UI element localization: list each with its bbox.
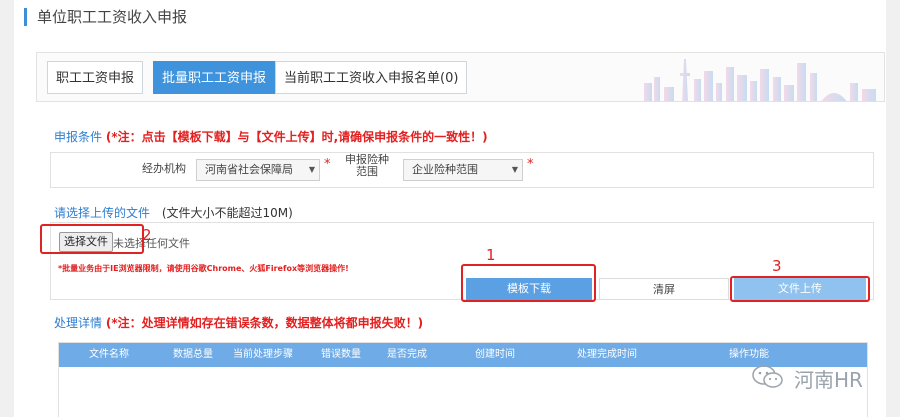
conditions-form: 经办机构 河南省社会保障局 ▼ * 申报险种范围 企业险种范围 ▼ * (50, 152, 874, 188)
step-marker-2: 2 (142, 226, 152, 244)
scope-label: 申报险种范围 (345, 153, 389, 178)
chevron-down-icon: ▼ (511, 165, 518, 174)
agency-select-value: 河南省社会保障局 (205, 163, 293, 176)
watermark: 河南HR (752, 362, 882, 392)
col-create-time: 创建时间 (475, 349, 515, 360)
col-error-count: 错误数量 (321, 349, 361, 360)
watermark-text: 河南HR (794, 368, 863, 392)
scope-select[interactable]: 企业险种范围 ▼ (403, 159, 523, 181)
upload-title: 请选择上传的文件 (54, 206, 151, 220)
col-file-name: 文件名称 (89, 349, 129, 360)
required-mark: * (324, 157, 331, 172)
col-current-step: 当前处理步骤 (233, 349, 293, 360)
details-table: 文件名称 数据总量 当前处理步骤 错误数量 是否完成 创建时间 处理完成时间 操… (58, 342, 868, 417)
clear-button[interactable]: 清屏 (599, 278, 729, 300)
page-title: 单位职工工资收入申报 (24, 8, 187, 26)
browser-note: *批量业务由于IE浏览器限制，请使用谷歌Chrome、火狐Firefox等浏览器… (58, 264, 349, 273)
tab-batch-salary-declare[interactable]: 批量职工工资申报 (153, 61, 276, 94)
col-is-complete: 是否完成 (387, 349, 427, 360)
col-data-total: 数据总量 (173, 349, 213, 360)
page-scrollbar[interactable] (886, 0, 900, 417)
highlight-box-choose-file (40, 224, 144, 254)
tab-bar: 职工工资申报 批量职工工资申报 当前职工工资收入申报名单(0) (36, 52, 885, 102)
details-warning: (*注：处理详情如存在错误条数，数据整体将都申报失败！) (105, 316, 424, 330)
details-title: 处理详情 (54, 316, 103, 330)
step-marker-3: 3 (772, 257, 782, 275)
conditions-header: 申报条件 (*注：点击【模板下载】与【文件上传】时,请确保申报条件的一致性！) (54, 128, 488, 145)
col-finish-time: 处理完成时间 (577, 349, 637, 360)
upload-header: 请选择上传的文件 (文件大小不能超过10M) (54, 204, 293, 221)
table-header: 文件名称 数据总量 当前处理步骤 错误数量 是否完成 创建时间 处理完成时间 操… (59, 343, 867, 367)
tab-salary-declare[interactable]: 职工工资申报 (47, 61, 144, 94)
details-header: 处理详情 (*注：处理详情如存在错误条数，数据整体将都申报失败！) (54, 314, 423, 331)
agency-select[interactable]: 河南省社会保障局 ▼ (196, 159, 320, 181)
highlight-box-template (461, 264, 596, 302)
step-marker-1: 1 (486, 246, 496, 264)
required-mark: * (527, 157, 534, 172)
main-panel: 单位职工工资收入申报 职工工资申报 批量职工工资申报 当前职工工资收入申报名单(… (14, 0, 886, 417)
highlight-box-upload (730, 276, 870, 302)
conditions-warning: (*注：点击【模板下载】与【文件上传】时,请确保申报条件的一致性！) (105, 130, 488, 144)
conditions-title: 申报条件 (54, 130, 103, 144)
city-skyline-banner (634, 53, 884, 101)
upload-size-hint: (文件大小不能超过10M) (161, 206, 293, 220)
scope-select-value: 企业险种范围 (412, 163, 478, 176)
agency-label: 经办机构 (142, 162, 186, 175)
wechat-icon (752, 365, 783, 388)
chevron-down-icon: ▼ (308, 165, 315, 174)
tab-current-declare-list[interactable]: 当前职工工资收入申报名单(0) (275, 61, 468, 94)
